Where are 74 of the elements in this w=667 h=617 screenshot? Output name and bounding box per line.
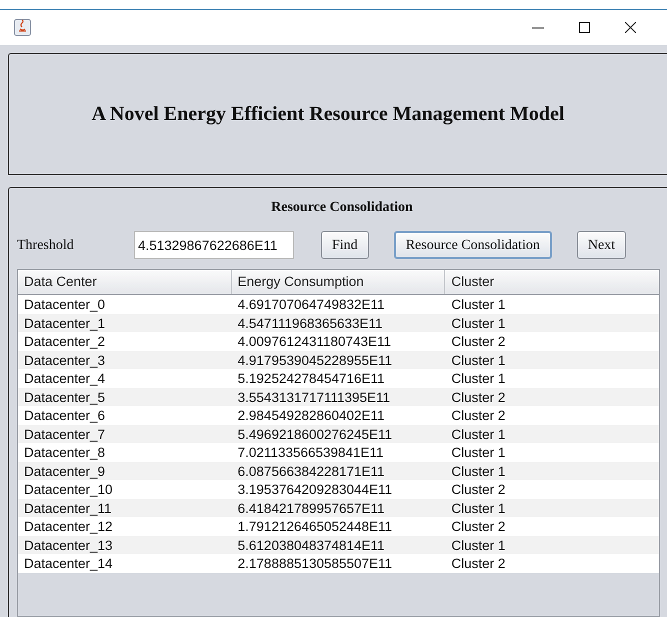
table-cell-text: Datacenter_3	[23, 352, 106, 370]
table-cell-text: 4.691707064749832E11	[236, 296, 386, 314]
table-cell-text: Cluster 1	[450, 462, 506, 480]
table-cell-text: Datacenter_14	[23, 555, 114, 573]
table-row[interactable]: Datacenter_1 4.547111968365633E11 Cluster 1	[18, 314, 659, 332]
table-cell-text: Cluster 2	[450, 481, 506, 499]
table-cell-text: Datacenter_10	[23, 481, 114, 499]
table-cell-text: 4.9179539045228955E11	[236, 352, 394, 370]
column-header[interactable]: Energy Consumption	[232, 270, 446, 294]
table-cell-text: Cluster 1	[450, 426, 506, 444]
table-cell-text: Datacenter_13	[23, 536, 114, 555]
maximize-icon	[578, 22, 590, 33]
panel-title: Resource Consolidation	[271, 198, 413, 216]
table-cell-text: Cluster 2	[450, 333, 506, 351]
app-title: A Novel Energy Efficient Resource Management Model	[92, 102, 564, 127]
table-row[interactable]: Datacenter_3 4.9179539045228955E11 Cluster 1	[18, 350, 659, 369]
table-cell-text: Datacenter_12	[23, 518, 114, 536]
table-cell-text: Cluster 1	[450, 500, 506, 518]
table-cell-text: Datacenter_7	[23, 426, 106, 444]
table-cell-text: 4.547111968365633E11	[236, 314, 384, 332]
table-cell-text: 3.5543131717111395E11	[236, 388, 392, 406]
table-cell-text: Datacenter_6	[23, 407, 106, 425]
table-cell-text: 7.021133566539841E11	[236, 444, 385, 462]
action-button[interactable]: Next	[576, 231, 626, 259]
table-row[interactable]: Datacenter_11 6.418421789957657E11 Cluster 1	[18, 498, 659, 517]
table-row[interactable]: Datacenter_0 4.691707064749832E11 Cluster 1	[18, 295, 659, 314]
table-cell-text: Cluster 1	[450, 352, 506, 370]
table-row[interactable]: Datacenter_5 3.5543131717111395E11 Cluster 2	[18, 388, 659, 406]
table-row[interactable]: Datacenter_2 4.0097612431180743E11 Cluster 2	[18, 332, 659, 350]
table-row[interactable]: Datacenter_6 2.984549282860402E11 Cluster 2	[18, 406, 659, 424]
minimize-icon	[532, 26, 544, 28]
table-cell-text: Cluster 2	[450, 407, 506, 425]
table-cell-text: Datacenter_9	[23, 462, 106, 481]
app-icon	[14, 19, 31, 36]
table-row[interactable]: Datacenter_10 3.1953764209283044E11 Cluster 2	[18, 480, 659, 498]
table-cell-text: Datacenter_5	[23, 388, 106, 407]
table-cell-text: 5.612038048374814E11	[236, 536, 386, 554]
table-cell-text: 6.418421789957657E11	[236, 500, 386, 518]
action-button[interactable]: Resource Consolidation	[394, 231, 552, 259]
table-cell-text: Cluster 2	[450, 518, 506, 536]
table-cell-text: Cluster 2	[450, 388, 506, 406]
table-cell-text: Datacenter_8	[23, 444, 106, 462]
table-cell-text: 5.4969218600276245E11	[236, 426, 394, 444]
table-row[interactable]: Datacenter_12 1.7912126465052448E11 Cluster 2	[18, 517, 659, 536]
close-icon	[624, 22, 636, 33]
table-cell-text: Cluster 1	[450, 444, 506, 462]
table-cell-text: Cluster 1	[450, 314, 506, 332]
table-cell-text: Cluster 1	[450, 370, 506, 388]
column-header[interactable]: Data Center	[18, 270, 232, 294]
table-row[interactable]: Datacenter_13 5.612038048374814E11 Cluster 1	[18, 536, 659, 554]
threshold-label: Threshold	[17, 236, 75, 254]
table-cell-text: Datacenter_1	[23, 314, 106, 333]
action-button[interactable]: Find	[321, 231, 369, 259]
table-cell-text: 5.192524278454716E11	[236, 370, 386, 388]
table-cell-text: Cluster 1	[450, 536, 506, 554]
table-cell-text: 6.087566384228171E11	[236, 462, 386, 480]
table-row[interactable]: Datacenter_4 5.192524278454716E11 Cluster 1	[18, 369, 659, 388]
column-header[interactable]: Cluster	[445, 270, 659, 294]
table-row[interactable]: Datacenter_8 7.021133566539841E11 Cluster 1	[18, 443, 659, 462]
table-cell-text: Datacenter_0	[23, 296, 106, 314]
table-cell-text: Datacenter_2	[23, 333, 106, 351]
table-cell-text: Cluster 2	[450, 555, 506, 573]
table-cell-text: 4.0097612431180743E11	[236, 333, 392, 351]
table-cell-text: 3.1953764209283044E11	[236, 481, 394, 499]
table-cell-text: Datacenter_4	[23, 370, 106, 388]
table-cell-text: Datacenter_11	[23, 500, 113, 518]
table-cell-text: 2.984549282860402E11	[236, 407, 386, 425]
table-row[interactable]: Datacenter_9 6.087566384228171E11 Cluster 1	[18, 462, 659, 480]
table-cell-text: 2.1788885130585507E11	[236, 555, 394, 573]
table-cell-text: Cluster 1	[450, 296, 506, 314]
threshold-field[interactable]: 4.51329867622686E11	[134, 231, 294, 259]
table-cell-text: 1.7912126465052448E11	[236, 518, 394, 536]
table-row[interactable]: Datacenter_7 5.4969218600276245E11 Cluster 1	[18, 424, 659, 443]
table-row[interactable]: Datacenter_14 2.1788885130585507E11 Cluster 2	[18, 554, 659, 572]
